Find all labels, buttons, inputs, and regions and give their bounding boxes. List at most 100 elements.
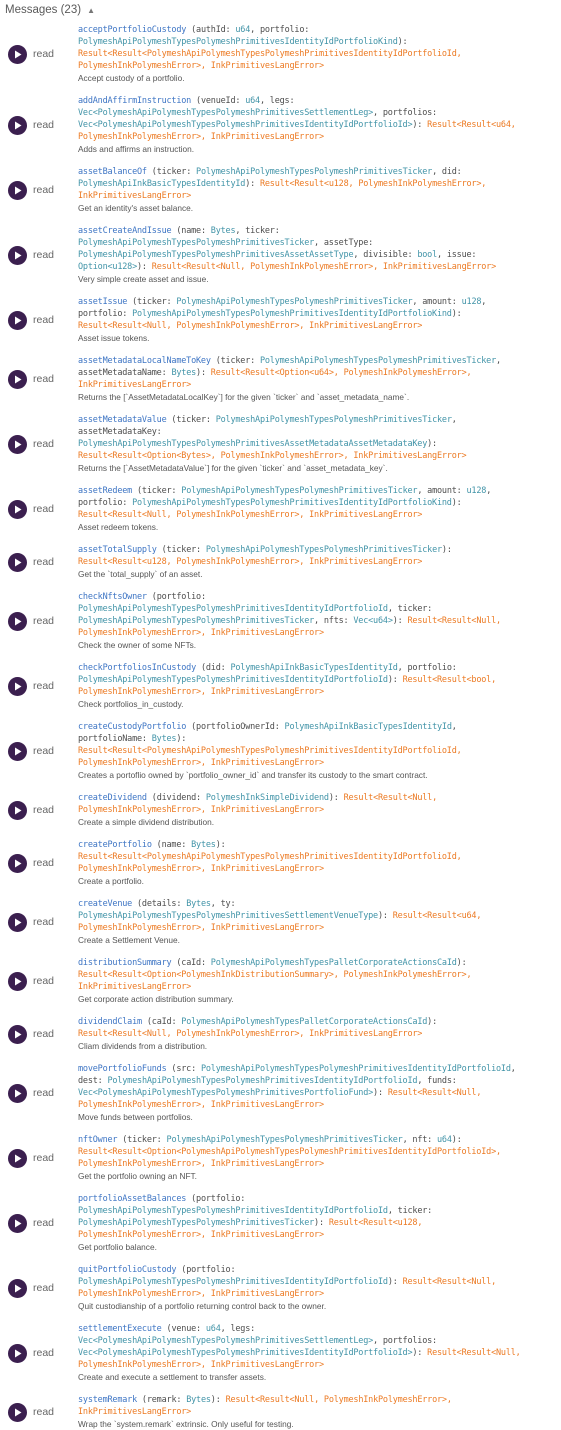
read-label[interactable]: read	[33, 1282, 54, 1294]
read-button[interactable]	[8, 1024, 27, 1044]
param-type: PolymeshApiPolymeshTypesPolymeshPrimitiv…	[259, 356, 497, 366]
message-item: read systemRemark (remark: Bytes): Result…	[0, 1394, 561, 1430]
message-doc: Asset redeem tokens.	[78, 522, 159, 532]
read-button[interactable]	[8, 1278, 27, 1298]
read-button[interactable]	[8, 741, 27, 761]
caret-up-icon[interactable]: ▲	[87, 6, 95, 15]
read-label[interactable]: read	[33, 1217, 54, 1229]
read-label[interactable]: read	[33, 1152, 54, 1164]
message-actions: read	[0, 369, 78, 389]
read-label[interactable]: read	[33, 1406, 54, 1418]
return-type: PolymeshInkPolymeshError>, InkPrimitives…	[78, 1289, 324, 1299]
message-actions: read	[0, 912, 78, 932]
signature-text: (ticker:	[132, 486, 182, 496]
read-button[interactable]	[8, 310, 27, 330]
message-name: settlementExecute	[78, 1324, 162, 1334]
message-signature: nftOwner (ticker: PolymeshApiPolymeshTyp…	[78, 1134, 561, 1182]
messages-header[interactable]: Messages (23) ▲	[5, 4, 95, 16]
play-icon	[14, 1089, 21, 1097]
message-doc: Check the owner of some NFTs.	[78, 640, 197, 650]
signature-text: ,	[486, 486, 492, 496]
read-label[interactable]: read	[33, 1347, 54, 1359]
read-label[interactable]: read	[33, 975, 54, 987]
read-label[interactable]: read	[33, 680, 54, 692]
signature-text: , issue:	[437, 250, 477, 260]
signature-text: (authId:	[186, 25, 236, 35]
signature-text: ):	[314, 1218, 329, 1228]
signature-text: , portfolio:	[250, 25, 310, 35]
message-item: read assetRedeem (ticker: PolymeshApiPoly…	[0, 485, 561, 533]
signature-text: (portfolioOwnerId:	[186, 722, 285, 732]
message-name: checkNftsOwner	[78, 592, 147, 602]
message-name: distributionSummary	[78, 958, 172, 968]
message-signature: acceptPortfolioCustody (authId: u64, por…	[78, 24, 561, 84]
message-actions: read	[0, 800, 78, 820]
message-item: read assetMetadataLocalNameToKey (ticker:…	[0, 355, 561, 403]
read-button[interactable]	[8, 676, 27, 696]
read-label[interactable]: read	[33, 503, 54, 515]
read-button[interactable]	[8, 369, 27, 389]
read-button[interactable]	[8, 611, 27, 631]
read-label[interactable]: read	[33, 1028, 54, 1040]
read-button[interactable]	[8, 971, 27, 991]
param-type: Vec<u64>	[353, 616, 393, 626]
param-type: Bytes	[191, 840, 216, 850]
read-button[interactable]	[8, 44, 27, 64]
read-button[interactable]	[8, 1213, 27, 1233]
read-button[interactable]	[8, 853, 27, 873]
read-button[interactable]	[8, 1148, 27, 1168]
read-button[interactable]	[8, 912, 27, 932]
read-label[interactable]: read	[33, 916, 54, 928]
read-button[interactable]	[8, 115, 27, 135]
signature-text: , legs:	[220, 1324, 256, 1334]
signature-text: (ticker:	[127, 297, 177, 307]
read-label[interactable]: read	[33, 1087, 54, 1099]
read-button[interactable]	[8, 434, 27, 454]
return-type: PolymeshInkPolymeshError>, InkPrimitives…	[78, 1360, 324, 1370]
read-button[interactable]	[8, 499, 27, 519]
return-type: Result<Result<PolymeshApiPolymeshTypesPo…	[78, 746, 462, 756]
message-name: quitPortfolioCustody	[78, 1265, 177, 1275]
signature-text: (name:	[151, 840, 192, 850]
read-label[interactable]: read	[33, 556, 54, 568]
message-item: read createDividend (dividend: PolymeshIn…	[0, 792, 561, 828]
message-signature: createPortfolio (name: Bytes): Result<Res…	[78, 839, 561, 887]
read-button[interactable]	[8, 180, 27, 200]
read-label[interactable]: read	[33, 373, 54, 385]
signature-text: , ty:	[210, 899, 236, 909]
signature-text: , divisible:	[353, 250, 418, 260]
read-button[interactable]	[8, 1402, 27, 1422]
read-button[interactable]	[8, 1343, 27, 1363]
read-label[interactable]: read	[33, 314, 54, 326]
message-signature: assetBalanceOf (ticker: PolymeshApiPolym…	[78, 166, 561, 214]
signature-text: ):	[387, 675, 403, 685]
message-actions: read	[0, 180, 78, 200]
read-button[interactable]	[8, 800, 27, 820]
read-label[interactable]: read	[33, 615, 54, 627]
read-button[interactable]	[8, 1083, 27, 1103]
play-icon	[14, 1030, 21, 1038]
signature-text: assetMetadataKey:	[78, 427, 162, 437]
return-type: Result<Result<Null,	[407, 616, 502, 626]
param-type: Vec<PolymeshApiPolymeshTypesPolymeshPrim…	[78, 1348, 413, 1358]
return-type: Result<Result<Null,	[402, 1277, 497, 1287]
read-label[interactable]: read	[33, 119, 54, 131]
read-label[interactable]: read	[33, 745, 54, 757]
read-label[interactable]: read	[33, 249, 54, 261]
param-type: u64	[437, 1135, 452, 1145]
read-label[interactable]: read	[33, 804, 54, 816]
read-label[interactable]: read	[33, 184, 54, 196]
message-name: createPortfolio	[78, 840, 152, 850]
read-label[interactable]: read	[33, 438, 54, 450]
return-type: Result<Result<Null, PolymeshInkPolymeshE…	[78, 510, 423, 520]
param-type: Vec<PolymeshApiPolymeshTypesPolymeshPrim…	[78, 108, 374, 118]
read-button[interactable]	[8, 245, 27, 265]
message-doc: Accept custody of a portfolio.	[78, 73, 185, 83]
return-type: Result<Result<Null, PolymeshInkPolymeshE…	[78, 321, 423, 331]
message-signature: assetIssue (ticker: PolymeshApiPolymeshT…	[78, 296, 561, 344]
message-name: nftOwner	[78, 1135, 118, 1145]
read-label[interactable]: read	[33, 48, 54, 60]
read-label[interactable]: read	[33, 857, 54, 869]
message-actions: read	[0, 1213, 78, 1233]
read-button[interactable]	[8, 552, 27, 572]
